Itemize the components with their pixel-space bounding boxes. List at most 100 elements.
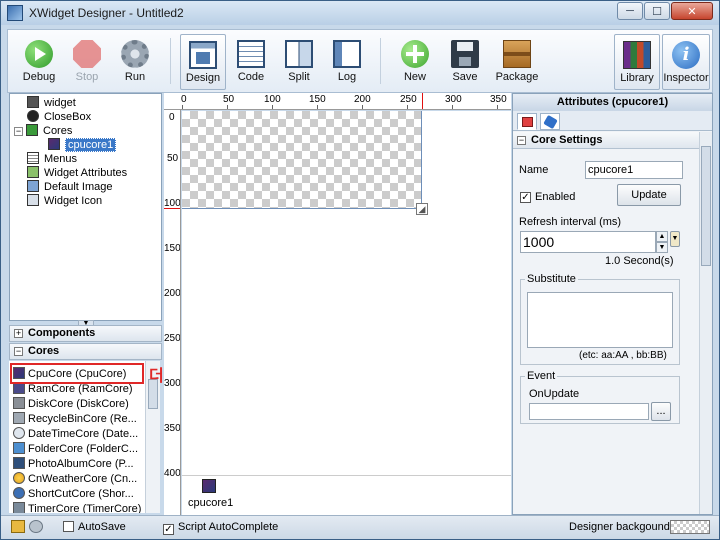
- name-field[interactable]: cpucore1: [585, 161, 683, 179]
- dropdown-button[interactable]: ▼: [670, 231, 680, 247]
- substitute-textarea[interactable]: [527, 292, 673, 348]
- design-view-icon: [189, 41, 217, 69]
- tree-item-default-image[interactable]: Default Image: [27, 180, 112, 194]
- maximize-button[interactable]: ☐: [644, 2, 670, 20]
- expand-toggle[interactable]: +: [14, 329, 23, 338]
- designer-background-swatch[interactable]: [670, 520, 710, 534]
- minimize-button[interactable]: ─: [617, 2, 643, 20]
- increment-icon[interactable]: ▲: [656, 231, 668, 242]
- cores-category[interactable]: − Cores: [9, 343, 162, 360]
- status-bar: AutoSave ✓ Script AutoComplete Designer b…: [1, 515, 719, 539]
- update-button[interactable]: Update: [617, 184, 681, 206]
- code-label: Code: [237, 71, 265, 83]
- refresh-interval-hint: 1.0 Second(s): [605, 255, 674, 267]
- browse-button[interactable]: ...: [651, 402, 671, 421]
- tab-properties[interactable]: [517, 113, 537, 130]
- split-view-icon: [285, 40, 313, 68]
- folder-icon: [13, 442, 25, 454]
- debug-button[interactable]: Debug: [16, 34, 62, 90]
- code-button[interactable]: Code: [228, 34, 274, 90]
- script-autocomplete-toggle[interactable]: ✓ Script AutoComplete: [163, 521, 278, 535]
- ruler-label: 300: [445, 94, 462, 105]
- collapse-toggle[interactable]: −: [517, 136, 526, 145]
- design-label: Design: [185, 72, 221, 84]
- widget-icon-icon: [27, 194, 39, 206]
- list-item-photoalbumcore[interactable]: PhotoAlbumCore (P...: [13, 457, 145, 472]
- inspector-button[interactable]: i Inspector: [662, 34, 710, 90]
- designer-background-label: Designer backgound: [569, 521, 670, 533]
- inspector-tabs: [513, 111, 712, 131]
- window-title: XWidget Designer - Untitled2: [29, 6, 184, 20]
- tree-item-widget-icon[interactable]: Widget Icon: [27, 194, 102, 208]
- timer-icon: [13, 502, 25, 513]
- decrement-icon[interactable]: ▼: [656, 242, 668, 253]
- app-icon: [7, 5, 23, 21]
- toolbar-separator: [380, 38, 381, 84]
- collapse-toggle[interactable]: −: [14, 347, 23, 356]
- stop-button[interactable]: Stop: [64, 34, 110, 90]
- weather-icon: [13, 472, 25, 484]
- split-button[interactable]: Split: [276, 34, 322, 90]
- widget-area[interactable]: [182, 111, 422, 209]
- photo-icon: [13, 457, 25, 469]
- tree-item-cpucore1[interactable]: cpucore1: [48, 138, 117, 152]
- tree-item-cores[interactable]: − Cores: [14, 124, 72, 138]
- log-button[interactable]: Log: [324, 34, 370, 90]
- design-button[interactable]: Design: [180, 34, 226, 90]
- list-item-shortcutcore[interactable]: ShortCutCore (Shor...: [13, 487, 145, 502]
- autosave-toggle[interactable]: AutoSave: [63, 521, 126, 533]
- design-canvas[interactable]: ◢: [182, 111, 511, 475]
- list-item-timercore[interactable]: TimerCore (TimerCore): [13, 502, 145, 513]
- image-icon: [27, 180, 39, 192]
- components-category[interactable]: + Components: [9, 325, 162, 342]
- tree-item-menus[interactable]: Menus: [27, 152, 77, 166]
- list-item-diskcore[interactable]: DiskCore (DiskCore): [13, 397, 145, 412]
- ruler-tick: [407, 105, 408, 109]
- close-button[interactable]: ✕: [671, 2, 713, 20]
- tree-item-closebox[interactable]: CloseBox: [27, 110, 91, 124]
- core-settings-section[interactable]: − Core Settings: [513, 132, 699, 149]
- script-autocomplete-checkbox[interactable]: ✓: [163, 524, 174, 535]
- save-label: Save: [452, 71, 478, 83]
- run-button[interactable]: Run: [112, 34, 158, 90]
- title-bar[interactable]: XWidget Designer - Untitled2 ─ ☐ ✕: [1, 1, 719, 25]
- ruler-tick: [272, 105, 273, 109]
- resize-handle[interactable]: ◢: [416, 203, 428, 215]
- run-label: Run: [124, 71, 146, 83]
- folder-icon[interactable]: [11, 520, 25, 533]
- ruler-label: 200: [164, 288, 181, 299]
- disk-icon: [13, 397, 25, 409]
- onupdate-field[interactable]: [529, 403, 649, 420]
- ruler-label: 0: [181, 94, 187, 105]
- library-label: Library: [620, 72, 654, 84]
- autosave-checkbox[interactable]: [63, 521, 74, 532]
- collapse-toggle[interactable]: −: [14, 127, 23, 136]
- tab-events[interactable]: [540, 113, 560, 130]
- package-button[interactable]: Package: [492, 34, 542, 90]
- tree-item-widget[interactable]: widget: [27, 96, 76, 110]
- tray-component-label[interactable]: cpucore1: [188, 497, 233, 509]
- list-item-cnweathercore[interactable]: CnWeatherCore (Cn...: [13, 472, 145, 487]
- inspector-scrollbar[interactable]: [699, 132, 712, 514]
- cpucore-icon[interactable]: [202, 479, 216, 493]
- refresh-interval-stepper[interactable]: ▲ ▼: [656, 231, 668, 253]
- save-button[interactable]: Save: [442, 34, 488, 90]
- list-item-ramcore[interactable]: RamCore (RamCore): [13, 382, 145, 397]
- list-item-recyclebincore[interactable]: RecycleBinCore (Re...: [13, 412, 145, 427]
- event-group: Event OnUpdate ...: [520, 370, 680, 424]
- tree-item-widget-attributes[interactable]: Widget Attributes: [27, 166, 127, 180]
- list-item-foldercore[interactable]: FolderCore (FolderC...: [13, 442, 145, 457]
- list-item-datetimecore[interactable]: DateTimeCore (Date...: [13, 427, 145, 442]
- menus-icon: [27, 152, 39, 164]
- refresh-interval-input[interactable]: 1000: [520, 231, 656, 253]
- scrollbar-thumb[interactable]: [701, 146, 711, 266]
- widget-icon: [27, 96, 39, 108]
- enabled-checkbox[interactable]: ✓: [520, 192, 531, 203]
- ruler-label: 150: [164, 243, 181, 254]
- object-tree: widget CloseBox − Cores cpucore1 Menus Wi…: [9, 93, 162, 327]
- library-button[interactable]: Library: [614, 34, 660, 90]
- gear-icon[interactable]: [29, 520, 43, 533]
- inspector-header: Attributes (cpucore1): [513, 94, 712, 111]
- new-button[interactable]: New: [392, 34, 438, 90]
- log-view-icon: [333, 40, 361, 68]
